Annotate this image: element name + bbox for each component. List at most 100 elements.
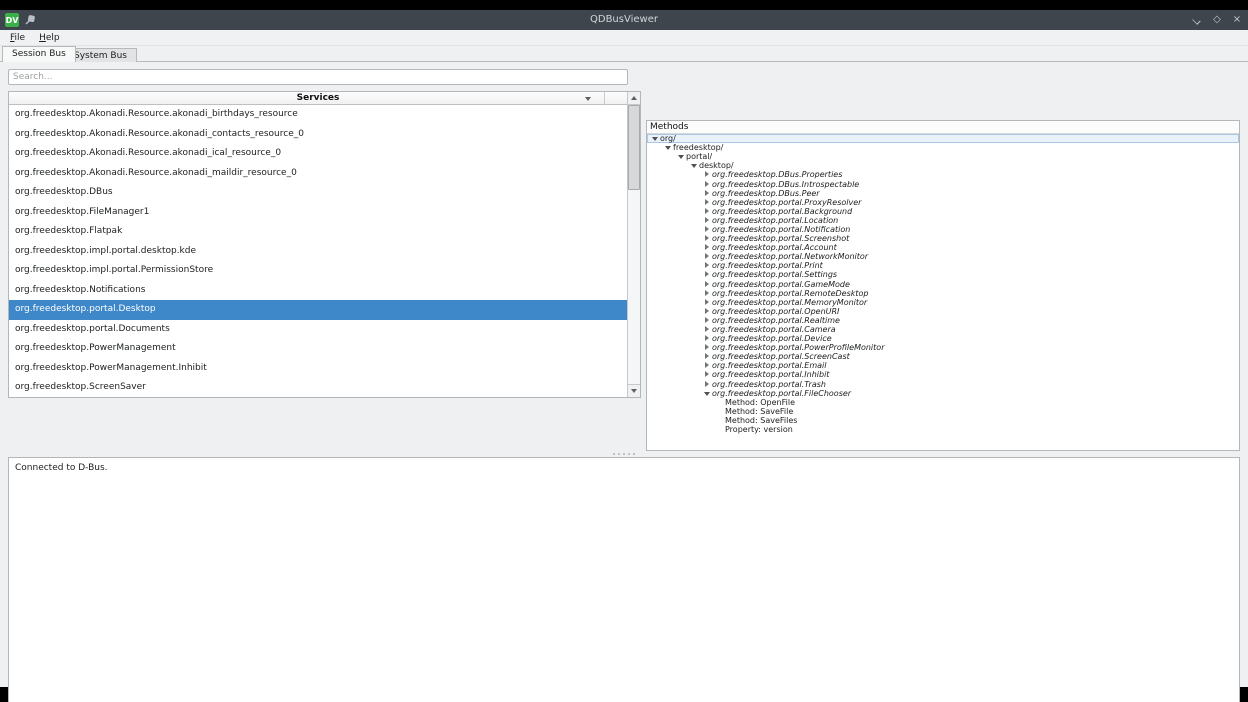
tree-row[interactable]: org.freedesktop.portal.Location xyxy=(647,216,1239,225)
service-row[interactable]: org.freedesktop.impl.portal.desktop.kde xyxy=(9,242,627,262)
branch-open-icon[interactable] xyxy=(651,134,660,143)
tabbar: Session BusSystem Bus xyxy=(0,46,1248,62)
branch-closed-icon[interactable] xyxy=(703,289,712,298)
service-row[interactable]: org.freedesktop.Akonadi.Resource.akonadi… xyxy=(9,105,627,125)
tree-row[interactable]: org.freedesktop.portal.MemoryMonitor xyxy=(647,298,1239,307)
branch-closed-icon[interactable] xyxy=(703,334,712,343)
service-row[interactable]: org.freedesktop.Notifications xyxy=(9,281,627,301)
tree-row[interactable]: portal/ xyxy=(647,152,1239,161)
tree-row[interactable]: org/ xyxy=(647,134,1239,143)
tree-row[interactable]: Method: OpenFile xyxy=(647,398,1239,407)
tree-row[interactable]: org.freedesktop.DBus.Introspectable xyxy=(647,179,1239,188)
tree-row[interactable]: desktop/ xyxy=(647,161,1239,170)
tree-row[interactable]: org.freedesktop.portal.Realtime xyxy=(647,316,1239,325)
tree-row[interactable]: freedesktop/ xyxy=(647,143,1239,152)
tree-label: org.freedesktop.portal.Email xyxy=(712,361,826,370)
tree-row[interactable]: org.freedesktop.portal.Device xyxy=(647,334,1239,343)
menu-file[interactable]: File xyxy=(5,32,30,44)
tree-row[interactable]: Method: SaveFile xyxy=(647,407,1239,416)
qdbusviewer-window: DV QDBusViewer ◇ × FileHelp Session BusS… xyxy=(0,10,1248,687)
branch-closed-icon[interactable] xyxy=(703,325,712,334)
tree-row[interactable]: org.freedesktop.DBus.Properties xyxy=(647,170,1239,179)
tree-row[interactable]: org.freedesktop.portal.Screenshot xyxy=(647,234,1239,243)
service-row[interactable]: org.freedesktop.impl.portal.PermissionSt… xyxy=(9,261,627,281)
tab-session-bus[interactable]: Session Bus xyxy=(2,46,76,62)
tree-row[interactable]: org.freedesktop.portal.OpenURI xyxy=(647,307,1239,316)
services-scrollbar[interactable] xyxy=(627,92,640,397)
branch-closed-icon[interactable] xyxy=(703,198,712,207)
service-row[interactable]: org.freedesktop.FileManager1 xyxy=(9,203,627,223)
service-row[interactable]: org.freedesktop.portal.Desktop xyxy=(9,300,627,320)
scroll-down-button[interactable] xyxy=(628,384,640,397)
tree-row[interactable]: org.freedesktop.portal.Trash xyxy=(647,380,1239,389)
branch-closed-icon[interactable] xyxy=(703,352,712,361)
tree-label: org.freedesktop.portal.Print xyxy=(712,261,823,270)
branch-closed-icon[interactable] xyxy=(703,234,712,243)
branch-open-icon[interactable] xyxy=(690,161,699,170)
branch-closed-icon[interactable] xyxy=(703,280,712,289)
tree-row[interactable]: org.freedesktop.portal.Camera xyxy=(647,325,1239,334)
tree-row[interactable]: org.freedesktop.portal.Email xyxy=(647,361,1239,370)
tree-row[interactable]: org.freedesktop.portal.PowerProfileMonit… xyxy=(647,343,1239,352)
search-input[interactable] xyxy=(8,69,628,85)
methods-column-header[interactable]: Methods xyxy=(647,121,1239,134)
scrollbar-thumb[interactable] xyxy=(628,105,640,190)
tree-row[interactable]: org.freedesktop.portal.Notification xyxy=(647,225,1239,234)
branch-closed-icon[interactable] xyxy=(703,243,712,252)
branch-open-icon[interactable] xyxy=(664,143,673,152)
branch-closed-icon[interactable] xyxy=(703,316,712,325)
branch-closed-icon[interactable] xyxy=(703,270,712,279)
service-row[interactable]: org.freedesktop.PowerManagement xyxy=(9,339,627,359)
tree-row[interactable]: org.freedesktop.portal.Background xyxy=(647,207,1239,216)
tree-label: org.freedesktop.portal.Trash xyxy=(712,380,826,389)
tree-row[interactable]: org.freedesktop.portal.GameMode xyxy=(647,280,1239,289)
tree-row[interactable]: org.freedesktop.DBus.Peer xyxy=(647,189,1239,198)
branch-closed-icon[interactable] xyxy=(703,225,712,234)
branch-closed-icon[interactable] xyxy=(703,207,712,216)
branch-closed-icon[interactable] xyxy=(703,307,712,316)
tree-row[interactable]: org.freedesktop.portal.ProxyResolver xyxy=(647,198,1239,207)
tree-row[interactable]: org.freedesktop.portal.Settings xyxy=(647,270,1239,279)
branch-closed-icon[interactable] xyxy=(703,180,712,189)
service-row[interactable]: org.freedesktop.PowerManagement.Inhibit xyxy=(9,359,627,379)
services-column-header[interactable]: Services xyxy=(9,92,627,105)
branch-closed-icon[interactable] xyxy=(703,343,712,352)
tree-row[interactable]: org.freedesktop.portal.Print xyxy=(647,261,1239,270)
branch-closed-icon[interactable] xyxy=(703,261,712,270)
minimize-button[interactable] xyxy=(1190,13,1204,27)
service-row[interactable]: org.freedesktop.Akonadi.Resource.akonadi… xyxy=(9,125,627,145)
tree-row[interactable]: Property: version xyxy=(647,425,1239,434)
branch-closed-icon[interactable] xyxy=(703,361,712,370)
service-row[interactable]: org.freedesktop.Akonadi.Resource.akonadi… xyxy=(9,164,627,184)
service-row[interactable]: org.freedesktop.Flatpak xyxy=(9,222,627,242)
branch-closed-icon[interactable] xyxy=(703,370,712,379)
branch-closed-icon[interactable] xyxy=(703,170,712,179)
tree-row[interactable]: org.freedesktop.portal.RemoteDesktop xyxy=(647,289,1239,298)
branch-closed-icon[interactable] xyxy=(703,380,712,389)
maximize-button[interactable]: ◇ xyxy=(1210,13,1224,27)
service-row[interactable]: org.freedesktop.DBus xyxy=(9,183,627,203)
service-row[interactable]: org.freedesktop.ScreenSaver xyxy=(9,378,627,397)
close-button[interactable]: × xyxy=(1230,13,1244,27)
branch-closed-icon[interactable] xyxy=(703,216,712,225)
branch-open-icon[interactable] xyxy=(677,152,686,161)
tree-row[interactable]: org.freedesktop.portal.FileChooser xyxy=(647,389,1239,398)
tree-row[interactable]: Method: SaveFiles xyxy=(647,416,1239,425)
branch-open-icon[interactable] xyxy=(703,389,712,398)
menu-help[interactable]: Help xyxy=(34,32,65,44)
tree-row[interactable]: org.freedesktop.portal.Inhibit xyxy=(647,370,1239,379)
tree-label: org.freedesktop.DBus.Properties xyxy=(712,170,842,179)
tree-label: Method: SaveFile xyxy=(725,407,793,416)
tree-label: org/ xyxy=(660,134,676,143)
branch-closed-icon[interactable] xyxy=(703,298,712,307)
branch-closed-icon[interactable] xyxy=(703,189,712,198)
scroll-up-button[interactable] xyxy=(628,92,640,105)
service-row[interactable]: org.freedesktop.Akonadi.Resource.akonadi… xyxy=(9,144,627,164)
tree-label: org.freedesktop.portal.Settings xyxy=(712,270,837,279)
service-row[interactable]: org.freedesktop.portal.Documents xyxy=(9,320,627,340)
log-message: Connected to D-Bus. xyxy=(9,458,1239,473)
branch-closed-icon[interactable] xyxy=(703,252,712,261)
tree-row[interactable]: org.freedesktop.portal.NetworkMonitor xyxy=(647,252,1239,261)
tree-row[interactable]: org.freedesktop.portal.ScreenCast xyxy=(647,352,1239,361)
tree-row[interactable]: org.freedesktop.portal.Account xyxy=(647,243,1239,252)
